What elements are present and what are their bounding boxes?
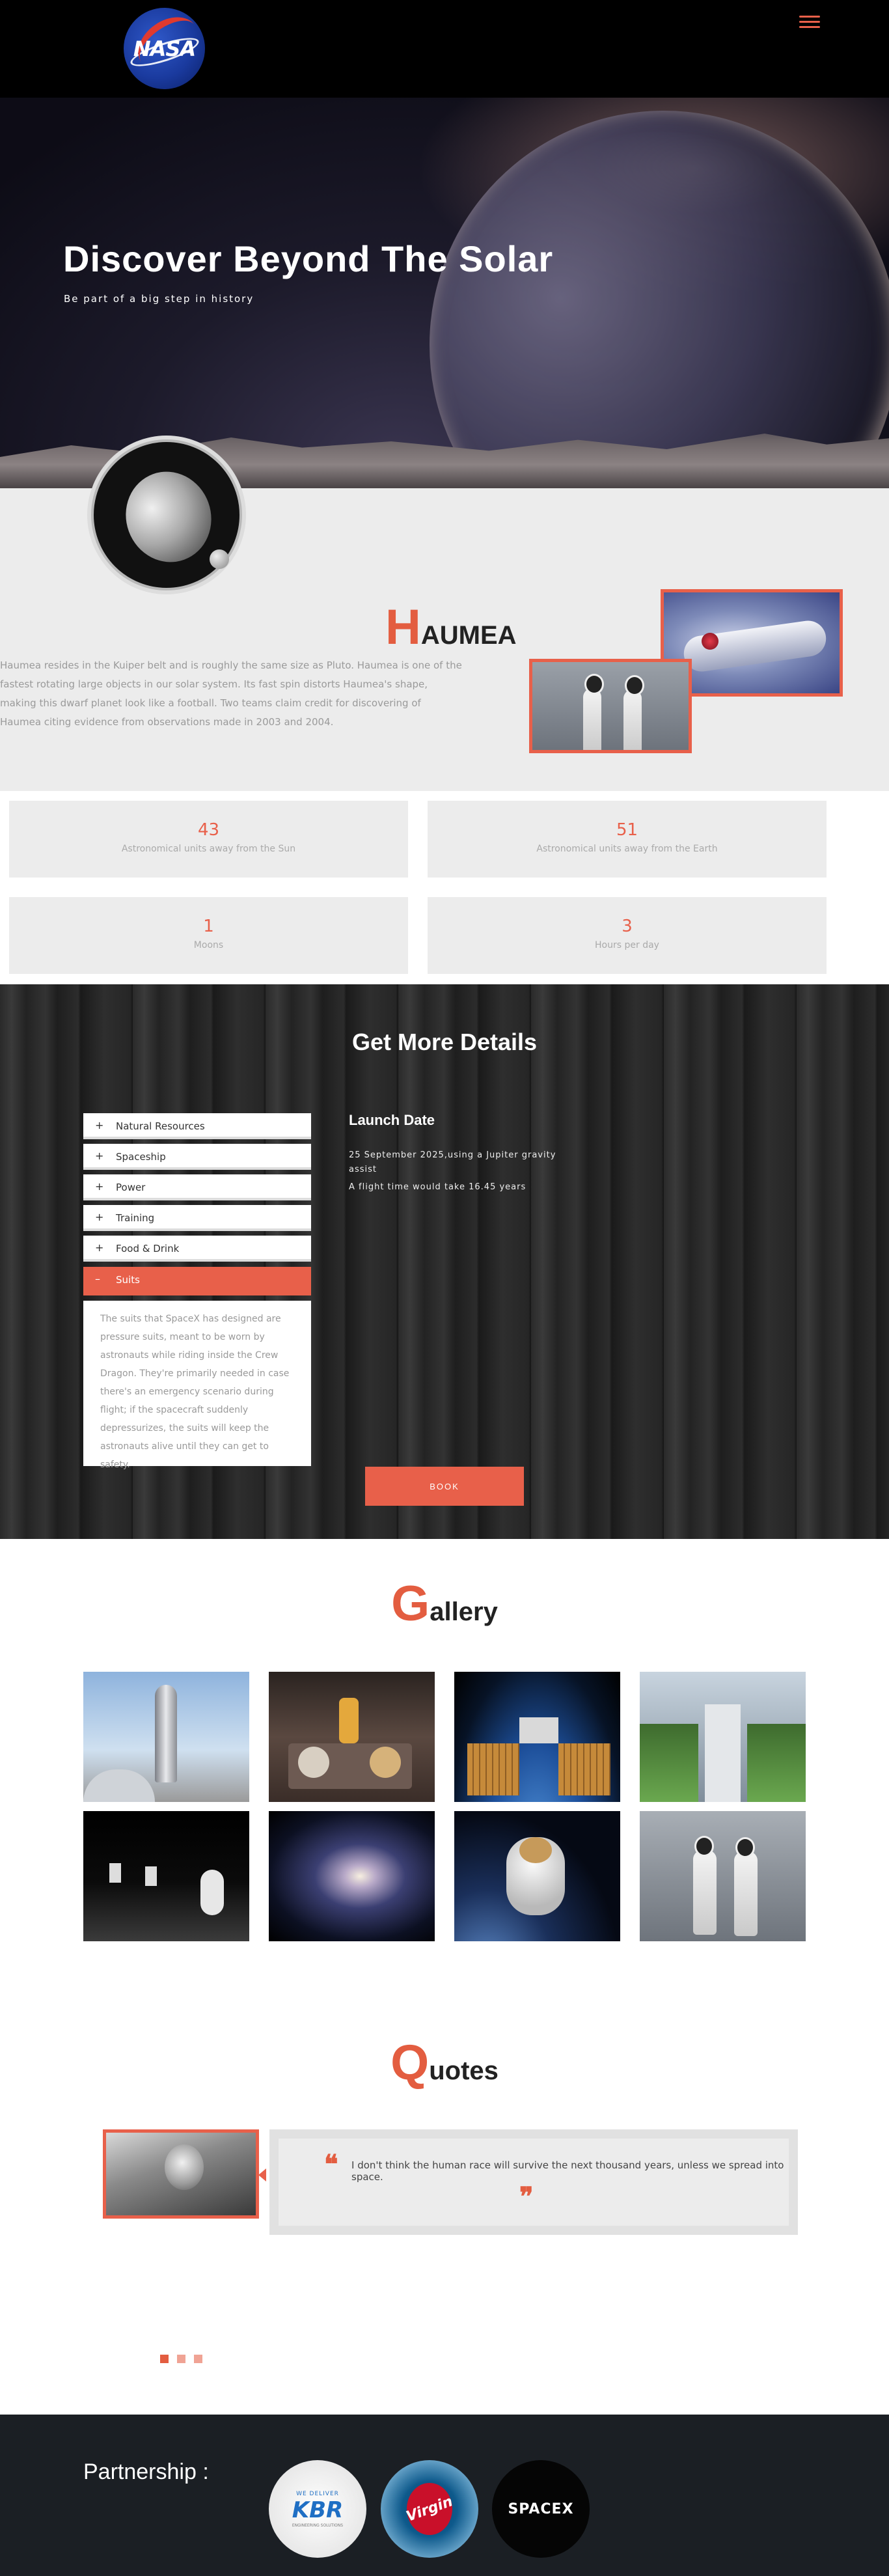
top-navbar: NASA [0, 0, 889, 98]
gallery-heading: Gallery [391, 1576, 498, 1631]
launch-date-text: 25 September 2025,using a Jupiter gravit… [349, 1150, 556, 1174]
kbr-logo-text: KBR [292, 2497, 344, 2523]
plus-icon: + [95, 1241, 104, 1254]
stat-label: Moons [193, 940, 224, 950]
stat-value: 51 [616, 820, 638, 840]
carousel-dot-1[interactable] [160, 2355, 169, 2363]
gallery-image-galaxy[interactable] [269, 1811, 435, 1941]
gallery-image-space-food[interactable] [269, 1672, 435, 1802]
accordion-item-power[interactable]: + Power [83, 1174, 311, 1200]
hero-title: Discover Beyond The Solar [63, 238, 554, 279]
logo-text: NASA [133, 36, 196, 61]
hero-banner: Discover Beyond The Solar Be part of a b… [0, 98, 889, 488]
accordion-label: Power [116, 1182, 146, 1193]
partnership-label: Partnership : [83, 2459, 209, 2484]
plus-icon: + [95, 1211, 104, 1223]
stat-card: 51 Astronomical units away from the Eart… [428, 801, 827, 878]
partner-logo-kbr[interactable]: WE DELIVER KBR ENGINEERING SOLUTIONS [269, 2460, 366, 2558]
stat-card: 1 Moons [9, 897, 408, 974]
stat-value: 43 [197, 820, 220, 840]
flight-time-text: A flight time would take 16.45 years [349, 1182, 527, 1192]
plus-icon: + [95, 1150, 104, 1162]
plus-icon: + [95, 1119, 104, 1131]
haumea-description: Haumea resides in the Kuiper belt and is… [0, 659, 462, 728]
accordion-label: Suits [116, 1274, 140, 1286]
kbr-tagline: WE DELIVER [296, 2490, 339, 2497]
virgin-logo-text: Virgin [403, 2493, 456, 2525]
launch-date-title: Launch Date [349, 1112, 435, 1128]
partner-logo-virgin[interactable]: Virgin [381, 2460, 478, 2558]
accordion-label: Spaceship [116, 1151, 166, 1163]
footer: Partnership : WE DELIVER KBR ENGINEERING… [0, 2415, 889, 2576]
stat-value: 3 [622, 917, 633, 936]
stat-value: 1 [203, 917, 214, 936]
haumea-section: HAUMEA Haumea resides in the Kuiper belt… [0, 439, 889, 791]
hero-planet [430, 111, 889, 488]
gallery-image-space-farm[interactable] [640, 1672, 806, 1802]
details-title: Get More Details [351, 1029, 538, 1055]
accordion-label: Food & Drink [116, 1243, 180, 1254]
haumea-planet-image [91, 439, 242, 590]
accordion-item-training[interactable]: + Training [83, 1205, 311, 1231]
stat-label: Hours per day [595, 940, 659, 950]
stat-label: Astronomical units away from the Earth [536, 844, 718, 854]
book-button[interactable]: BOOK [365, 1467, 524, 1506]
details-section: Get More Details + Natural Resources + S… [0, 984, 889, 1539]
quote-box: ❝ I don't think the human race will surv… [269, 2129, 798, 2235]
accordion-label: Natural Resources [116, 1120, 205, 1132]
accordion-item-spaceship[interactable]: + Spaceship [83, 1144, 311, 1170]
gallery-image-space-station[interactable] [454, 1672, 620, 1802]
partner-logo-spacex[interactable]: SPACEX [492, 2460, 590, 2558]
haumea-heading: HAUMEA [385, 600, 517, 655]
nasa-logo[interactable]: NASA [124, 6, 208, 89]
accordion-item-suits[interactable]: – Suits [83, 1267, 311, 1295]
hero-subtitle: Be part of a big step in history [64, 293, 254, 305]
gallery-image-moon-walk[interactable] [83, 1811, 249, 1941]
minus-icon: – [95, 1273, 100, 1285]
gallery-image-suits[interactable] [640, 1811, 806, 1941]
stat-card: 43 Astronomical units away from the Sun [9, 801, 408, 878]
kbr-bottom-text: ENGINEERING SOLUTIONS [292, 2523, 344, 2528]
gallery-image-astronaut[interactable] [454, 1811, 620, 1941]
quote-close-icon: ❞ [519, 2181, 534, 2212]
quote-open-icon: ❝ [324, 2149, 338, 2180]
accordion-panel-suits: The suits that SpaceX has designed are p… [83, 1301, 311, 1470]
gallery-image-starship[interactable] [83, 1672, 249, 1802]
quotes-heading: Quotes [390, 2035, 499, 2090]
accordion-label: Training [116, 1212, 155, 1224]
stat-card: 3 Hours per day [428, 897, 827, 974]
spacesuits-photo [529, 659, 692, 753]
carousel-dot-3[interactable] [194, 2355, 202, 2363]
stat-label: Astronomical units away from the Sun [121, 844, 296, 854]
quote-author-photo [103, 2129, 266, 2219]
accordion-item-food-drink[interactable]: + Food & Drink [83, 1236, 311, 1262]
plus-icon: + [95, 1180, 104, 1193]
hamburger-menu-icon[interactable] [799, 16, 820, 30]
spacex-logo-text: SPACEX [508, 2500, 574, 2517]
carousel-dot-2[interactable] [177, 2355, 185, 2363]
quote-text: I don't think the human race will surviv… [351, 2159, 784, 2183]
accordion-item-natural-resources[interactable]: + Natural Resources [83, 1113, 311, 1139]
